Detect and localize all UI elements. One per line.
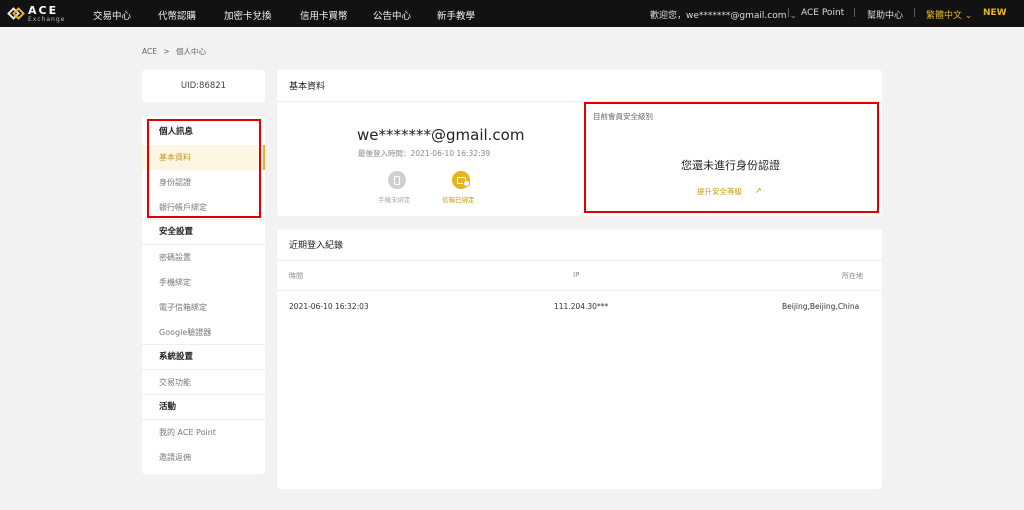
chevron-down-icon: ⌄ bbox=[964, 11, 973, 21]
login-row-ip: 111.204.30*** bbox=[554, 302, 609, 311]
sidebar-section-security: 安全設置 bbox=[142, 220, 265, 245]
login-records-title: 近期登入紀錄 bbox=[289, 241, 344, 251]
nav-announcements[interactable]: 公告中心 bbox=[373, 8, 411, 22]
welcome-text: 歡迎您，we*******@gmail.com bbox=[650, 11, 787, 21]
logo-brand-text: ACE bbox=[28, 4, 59, 17]
nav-credit-card-buy[interactable]: 信用卡買幣 bbox=[300, 8, 348, 22]
column-header-time: 時間 bbox=[289, 272, 303, 280]
sidebar-item-my-ace-point[interactable]: 我的 ACE Point bbox=[142, 420, 265, 445]
user-account-menu[interactable]: 歡迎您，we*******@gmail.com ⌄ bbox=[650, 8, 797, 21]
phone-status[interactable]: 手機未綁定 bbox=[378, 194, 411, 204]
security-level-label: 目前會員安全級別 bbox=[593, 112, 653, 121]
sidebar-section-activities: 活動 bbox=[142, 395, 265, 420]
top-navigation-bar: ACE Exchange 交易中心 代幣認購 加密卡兌換 信用卡買幣 公告中心 … bbox=[0, 0, 1024, 27]
phone-icon[interactable] bbox=[388, 171, 406, 189]
chevron-down-icon: ⌄ bbox=[789, 11, 797, 21]
login-records-card: 近期登入紀錄 bbox=[277, 229, 882, 489]
ace-point-link[interactable]: ACE Point bbox=[801, 8, 844, 18]
uid-text: UID:86821 bbox=[180, 81, 227, 91]
nav-token-subscription[interactable]: 代幣認購 bbox=[158, 8, 196, 22]
sidebar-item-referral-rebate[interactable]: 邀請返佣 bbox=[142, 445, 265, 470]
logo-mark-icon bbox=[7, 6, 25, 22]
logo-sub-text: Exchange bbox=[28, 16, 66, 23]
column-header-location: 所在地 bbox=[842, 272, 863, 280]
uid-card: UID:86821 bbox=[142, 70, 265, 102]
email-status[interactable]: 信箱已綁定 bbox=[442, 194, 475, 204]
highlight-box-personal-info bbox=[147, 119, 261, 218]
breadcrumb-root[interactable]: ACE bbox=[142, 47, 157, 56]
sidebar-item-password[interactable]: 密碼設置 bbox=[142, 245, 265, 270]
basic-info-title: 基本資料 bbox=[289, 82, 326, 92]
account-email: we*******@gmail.com bbox=[357, 126, 525, 144]
ace-logo[interactable]: ACE Exchange bbox=[7, 4, 66, 24]
sidebar-item-email-binding[interactable]: 電子信箱綁定 bbox=[142, 295, 265, 320]
new-badge[interactable]: NEW bbox=[983, 8, 1007, 18]
login-row-location: Beijing,Beijing,China bbox=[782, 302, 860, 311]
breadcrumb: ACE > 個人中心 bbox=[142, 46, 210, 57]
help-center-link[interactable]: 幫助中心 bbox=[867, 8, 903, 21]
sidebar-item-phone-binding[interactable]: 手機綁定 bbox=[142, 270, 265, 295]
email-verified-icon[interactable] bbox=[452, 171, 470, 189]
breadcrumb-separator: > bbox=[163, 47, 170, 56]
sidebar-item-trading-functions[interactable]: 交易功能 bbox=[142, 370, 265, 395]
upgrade-security-link[interactable]: 提升安全等級 bbox=[697, 186, 742, 197]
arrow-up-right-icon[interactable]: ↗ bbox=[755, 186, 762, 195]
nav-crypto-card[interactable]: 加密卡兌換 bbox=[224, 8, 272, 22]
sidebar-item-google-authenticator[interactable]: Google驗證器 bbox=[142, 320, 265, 345]
nav-beginner-guide[interactable]: 新手教學 bbox=[437, 8, 475, 22]
nav-trading-center[interactable]: 交易中心 bbox=[93, 8, 131, 22]
column-header-ip: IP bbox=[573, 271, 580, 279]
last-login-time: 最後登入時間：2021-06-10 16:32:39 bbox=[358, 149, 491, 158]
sidebar-section-system: 系統設置 bbox=[142, 345, 265, 370]
login-row-time: 2021-06-10 16:32:03 bbox=[289, 302, 369, 311]
verification-status: 您還未進行身份認證 bbox=[681, 159, 780, 172]
language-label: 繁體中文 bbox=[926, 11, 963, 21]
breadcrumb-current: 個人中心 bbox=[176, 47, 207, 56]
language-selector[interactable]: 繁體中文 ⌄ bbox=[926, 8, 972, 21]
